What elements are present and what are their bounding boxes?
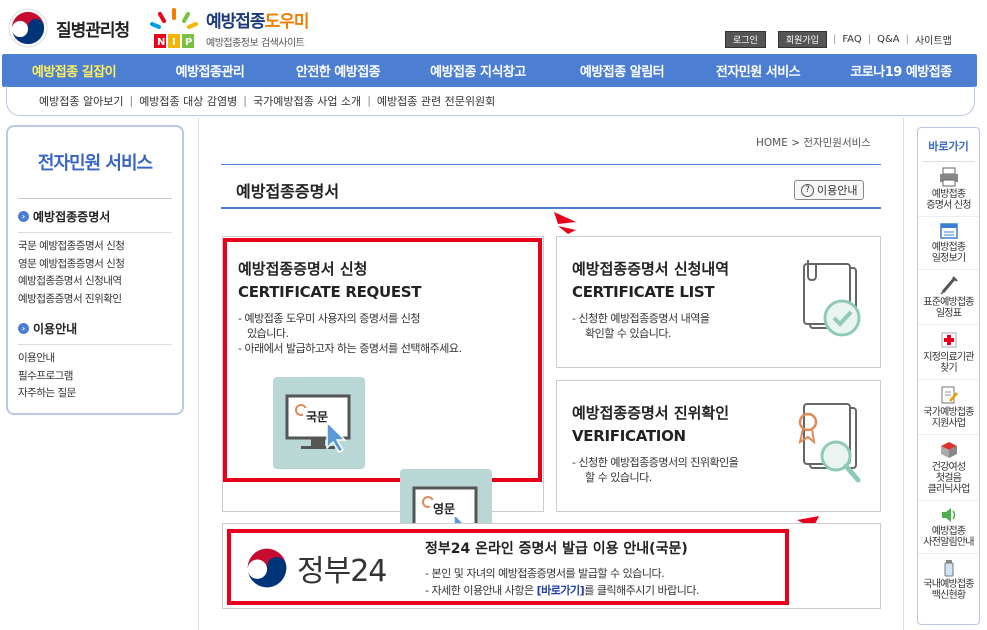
help-icon: ? (801, 183, 814, 197)
quick-item-women-clinic[interactable]: 건강여성 첫걸음 클리닉사업 (918, 435, 979, 501)
list-desc: - 신청한 예방접종증명서 내역을 확인할 수 있습니다. (572, 312, 710, 340)
nav-item-management[interactable]: 예방접종관리 (146, 61, 274, 80)
kdca-name: 질병관리청 (56, 20, 130, 41)
list-title-en: CERTIFICATE LIST (572, 283, 715, 301)
vial-icon (944, 560, 953, 577)
quick-item-support[interactable]: 국가예방접종 지원사업 (918, 380, 979, 435)
quick-menu: 바로가기 예방접종 증명서 신청 예방접종 일정보기 표준예방접종 일정표 지정의료기… (917, 127, 980, 625)
nip-logo[interactable]: N I P 예방접종도우미 예방접종정보 검색사이트 (148, 6, 309, 50)
side-menu-title: 전자민원 서비스 (37, 153, 153, 174)
request-title-en: CERTIFICATE REQUEST (238, 283, 422, 301)
side-item[interactable]: 국문 예방접종증명서 신청 (18, 238, 172, 256)
svg-text:I: I (172, 37, 176, 48)
quick-menu-title: 바로가기 (922, 138, 975, 162)
gov24-shortcut-link[interactable]: [바로가기] (537, 584, 585, 597)
quick-item-certificate[interactable]: 예방접종 증명서 신청 (918, 162, 979, 217)
side-item[interactable]: 영문 예방접종증명서 신청 (18, 256, 172, 274)
verify-title-ko: 예방접종증명서 진위확인 (572, 404, 730, 422)
sub-nav: 예방접종 알아보기 | 예방접종 대상 감염병 | 국가예방접종 사업 소개 | 예방… (6, 86, 975, 116)
side-item[interactable]: 자주하는 질문 (18, 385, 172, 403)
join-button[interactable]: 회원가입 (777, 31, 827, 48)
quick-item-vaccine-status[interactable]: 국내예방접종 백신현황 (918, 554, 979, 606)
hospital-icon (941, 332, 956, 348)
clinic-box-icon (940, 442, 957, 458)
sitemap-link[interactable]: 사이트맵 (915, 32, 952, 47)
nav-item-covid[interactable]: 코로나19 예방접종 (826, 61, 976, 80)
calendar-icon (939, 223, 958, 239)
nav-item-notice[interactable]: 예방접종 알림터 (554, 61, 690, 80)
korean-certificate-button[interactable]: 국문 (273, 377, 365, 469)
side-item[interactable]: 필수프로그램 (18, 368, 172, 386)
document-pen-icon (941, 386, 958, 404)
nip-sun-icon: N I P (150, 8, 198, 48)
main-nav: 예방접종 길잡이 예방접종관리 안전한 예방접종 예방접종 지식창고 예방접종 … (2, 54, 977, 87)
page-root: 질병관리청 N I P 예방접종도우미 예방접종정보 검색사이트 로그인 회원가… (0, 0, 987, 630)
nip-subtitle: 예방접종정보 검색사이트 (206, 38, 305, 49)
login-button[interactable]: 로그인 (725, 31, 766, 48)
printer-icon (939, 167, 958, 187)
speaker-icon (941, 508, 955, 522)
side-item[interactable]: 이용안내 (18, 350, 172, 368)
taegeuk-icon (8, 8, 48, 48)
document-check-icon (803, 260, 861, 337)
request-title-ko: 예방접종증명서 신청 (238, 260, 368, 278)
korean-button-label: 국문 (303, 408, 332, 425)
request-desc: - 예방접종 도우미 사용자의 증명서를 신청 있습니다. - 아래에서 발급하… (238, 312, 462, 355)
subnav-item[interactable]: 예방접종 대상 감염병 (139, 93, 237, 109)
side-group-certificate[interactable]: › 예방접종증명서 (18, 208, 172, 233)
subnav-item[interactable]: 국가예방접종 사업 소개 (253, 93, 361, 109)
svg-text:P: P (185, 37, 192, 48)
subnav-item[interactable]: 예방접종 관련 전문위원회 (377, 93, 495, 109)
side-item[interactable]: 예방접종증명서 신청내역 (18, 273, 172, 291)
english-button-label: 영문 (430, 500, 459, 517)
side-group-usage[interactable]: › 이용안내 (18, 320, 172, 345)
title-top-line (221, 164, 881, 165)
kdca-logo[interactable]: 질병관리청 (8, 8, 130, 48)
nav-item-knowledge[interactable]: 예방접종 지식창고 (402, 61, 554, 80)
quick-item-notification[interactable]: 예방접종 사전알림안내 (918, 501, 979, 554)
nav-item-guide[interactable]: 예방접종 길잡이 (2, 61, 146, 80)
certificate-search-icon (798, 403, 861, 483)
syringe-icon (939, 276, 958, 295)
left-divider (198, 118, 199, 630)
faq-link[interactable]: FAQ (842, 34, 861, 45)
quick-item-hospital[interactable]: 지정의료기관 찾기 (918, 325, 979, 380)
nip-title: 예방접종도우미 (206, 12, 309, 32)
quick-item-schedule[interactable]: 예방접종 일정보기 (918, 217, 979, 270)
verify-desc: - 신청한 예방접종증명서의 진위확인을 할 수 있습니다. (572, 456, 739, 484)
bullet-icon: › (18, 323, 29, 334)
gov24-title: 정부24 온라인 증명서 발급 이용 안내(국문) (425, 541, 688, 557)
subnav-item[interactable]: 예방접종 알아보기 (39, 93, 123, 109)
gov24-desc: - 본인 및 자녀의 예방접종증명서를 발급할 수 있습니다. - 자세한 이용… (425, 567, 700, 597)
nav-item-eservice[interactable]: 전자민원 서비스 (690, 61, 826, 80)
svg-text:N: N (157, 37, 165, 48)
taegeuk-icon (247, 548, 287, 588)
gov24-logo-text: 정부24 (297, 554, 387, 589)
quick-item-standard-table[interactable]: 표준예방접종 일정표 (918, 270, 979, 325)
list-title-ko: 예방접종증명서 신청내역 (572, 260, 730, 278)
red-arrow-icon (554, 212, 576, 234)
util-links: 로그인 회원가입 | FAQ | Q&A | 사이트맵 (725, 31, 952, 48)
qna-link[interactable]: Q&A (877, 34, 900, 45)
page-title: 예방접종증명서 (236, 182, 340, 201)
breadcrumb: HOME > 전자민원서비스 (756, 137, 871, 149)
verify-title-en: VERIFICATION (572, 427, 686, 445)
side-item[interactable]: 예방접종증명서 진위확인 (18, 291, 172, 309)
usage-guide-button[interactable]: ? 이용안내 (794, 180, 865, 200)
nav-item-safe[interactable]: 안전한 예방접종 (274, 61, 402, 80)
bullet-icon: › (18, 211, 29, 222)
gov24-logo[interactable]: 정부24 (243, 544, 387, 592)
side-menu: 전자민원 서비스 › 예방접종증명서 국문 예방접종증명서 신청 영문 예방접종증… (6, 125, 184, 415)
right-divider (903, 118, 904, 630)
